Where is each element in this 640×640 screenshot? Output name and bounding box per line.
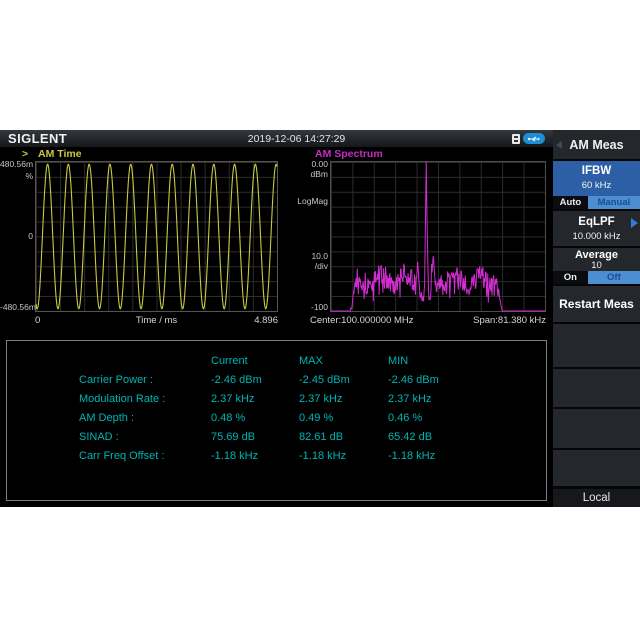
table-header-cell: MAX [299,356,388,367]
span-label: Span:81.380 kHz [473,315,546,326]
softkey-eqlpf[interactable]: EqLPF 10.000 kHz [553,211,640,246]
softkey-blank-3 [553,409,640,448]
time-y-max-label: 480.56m [0,159,33,169]
spectrum-ref-unit: dBm [288,169,328,179]
center-frequency-label: Center:100.000000 MHz [310,315,414,326]
table-cell: 0.48 % [211,413,299,424]
spectrum-y-min-label: -100 [288,302,328,312]
usb-stick-icon [512,134,520,144]
results-panel: CurrentMAXMINCarrier Power :-2.46 dBm-2.… [6,340,547,501]
spectrum-trace [331,162,545,311]
table-cell: 0.49 % [299,413,388,424]
table-corner [79,356,211,367]
table-header-cell: Current [211,356,299,367]
table-row-label: Modulation Rate : [79,394,211,405]
average-toggle-on[interactable]: On [553,271,588,284]
usb-host-icon [523,133,545,144]
main-display: SIGLENT 2019-12-06 14:27:29 > AM Time 48… [0,130,553,507]
ifbw-toggle-auto[interactable]: Auto [553,196,588,209]
time-x-axis: 0 Time / ms 4.896 [35,315,278,327]
average-value: 10 [553,260,640,271]
time-trace [36,162,277,311]
average-toggle-off[interactable]: Off [588,271,640,284]
table-cell: 0.46 % [388,413,508,424]
ifbw-toggle: Auto Manual [553,196,640,209]
table-row-label: SINAD : [79,432,211,443]
table-cell: 82.61 dB [299,432,388,443]
spectrum-scale-type-label: LogMag [288,196,328,206]
table-cell: 65.42 dB [388,432,508,443]
local-label: Local [553,492,640,504]
table-row-label: Carrier Power : [79,375,211,386]
time-x-max-label: 4.896 [254,315,278,326]
results-table: CurrentMAXMINCarrier Power :-2.46 dBm-2.… [79,356,508,462]
table-cell: -1.18 kHz [299,451,388,462]
table-cell: -2.46 dBm [211,375,299,386]
softkey-ifbw[interactable]: IFBW 60 kHz Auto Manual [553,161,640,209]
spectrum-x-axis: Center:100.000000 MHz Span:81.380 kHz [310,315,546,327]
spectrum-plot-area [330,161,546,312]
menu-title-label: AM Meas [553,138,640,152]
time-y-mid-label: 0 [0,231,33,241]
table-header-cell: MIN [388,356,508,367]
submenu-arrow-icon [631,218,638,228]
time-x-axis-title: Time / ms [136,315,177,326]
ifbw-label: IFBW [553,165,640,177]
table-cell: -2.45 dBm [299,375,388,386]
datetime-label: 2019-12-06 14:27:29 [248,133,346,145]
screenshot-page: SIGLENT 2019-12-06 14:27:29 > AM Time 48… [0,0,640,640]
status-icons [512,133,545,144]
table-cell: 2.37 kHz [388,394,508,405]
table-cell: -1.18 kHz [211,451,299,462]
average-toggle: On Off [553,271,640,284]
table-row-label: Carr Freq Offset : [79,451,211,462]
local-button[interactable]: Local [553,489,640,507]
softkey-blank-2 [553,369,640,407]
softkey-blank-1 [553,324,640,367]
menu-title: AM Meas [553,130,640,159]
softkey-blank-4 [553,450,640,486]
table-cell: -2.46 dBm [388,375,508,386]
instrument-screen: SIGLENT 2019-12-06 14:27:29 > AM Time 48… [0,130,640,507]
table-cell: 2.37 kHz [299,394,388,405]
eqlpf-label: EqLPF [553,216,640,228]
spectrum-scale-unit: /div [288,261,328,271]
spectrum-ref-label: 0.00 [288,159,328,169]
table-cell: -1.18 kHz [388,451,508,462]
time-x-min-label: 0 [35,315,40,326]
softkey-average[interactable]: Average 10 On Off [553,248,640,284]
table-row-label: AM Depth : [79,413,211,424]
table-cell: 2.37 kHz [211,394,299,405]
time-y-unit-label: % [0,171,33,181]
ifbw-value: 60 kHz [553,180,640,191]
time-y-min-label: -480.56m [0,302,33,312]
time-chart-title: AM Time [38,148,82,160]
time-plot-area [35,161,278,312]
restart-meas-label: Restart Meas [553,297,640,311]
brand-logo: SIGLENT [8,131,67,146]
ifbw-toggle-manual[interactable]: Manual [588,196,640,209]
spectrum-scale-label: 10.0 [288,251,328,261]
top-status-bar: SIGLENT 2019-12-06 14:27:29 [0,130,553,147]
softkey-menu: AM Meas IFBW 60 kHz Auto Manual EqLPF 10… [553,130,640,507]
eqlpf-value: 10.000 kHz [553,231,640,242]
softkey-restart-meas[interactable]: Restart Meas [553,286,640,322]
table-cell: 75.69 dB [211,432,299,443]
